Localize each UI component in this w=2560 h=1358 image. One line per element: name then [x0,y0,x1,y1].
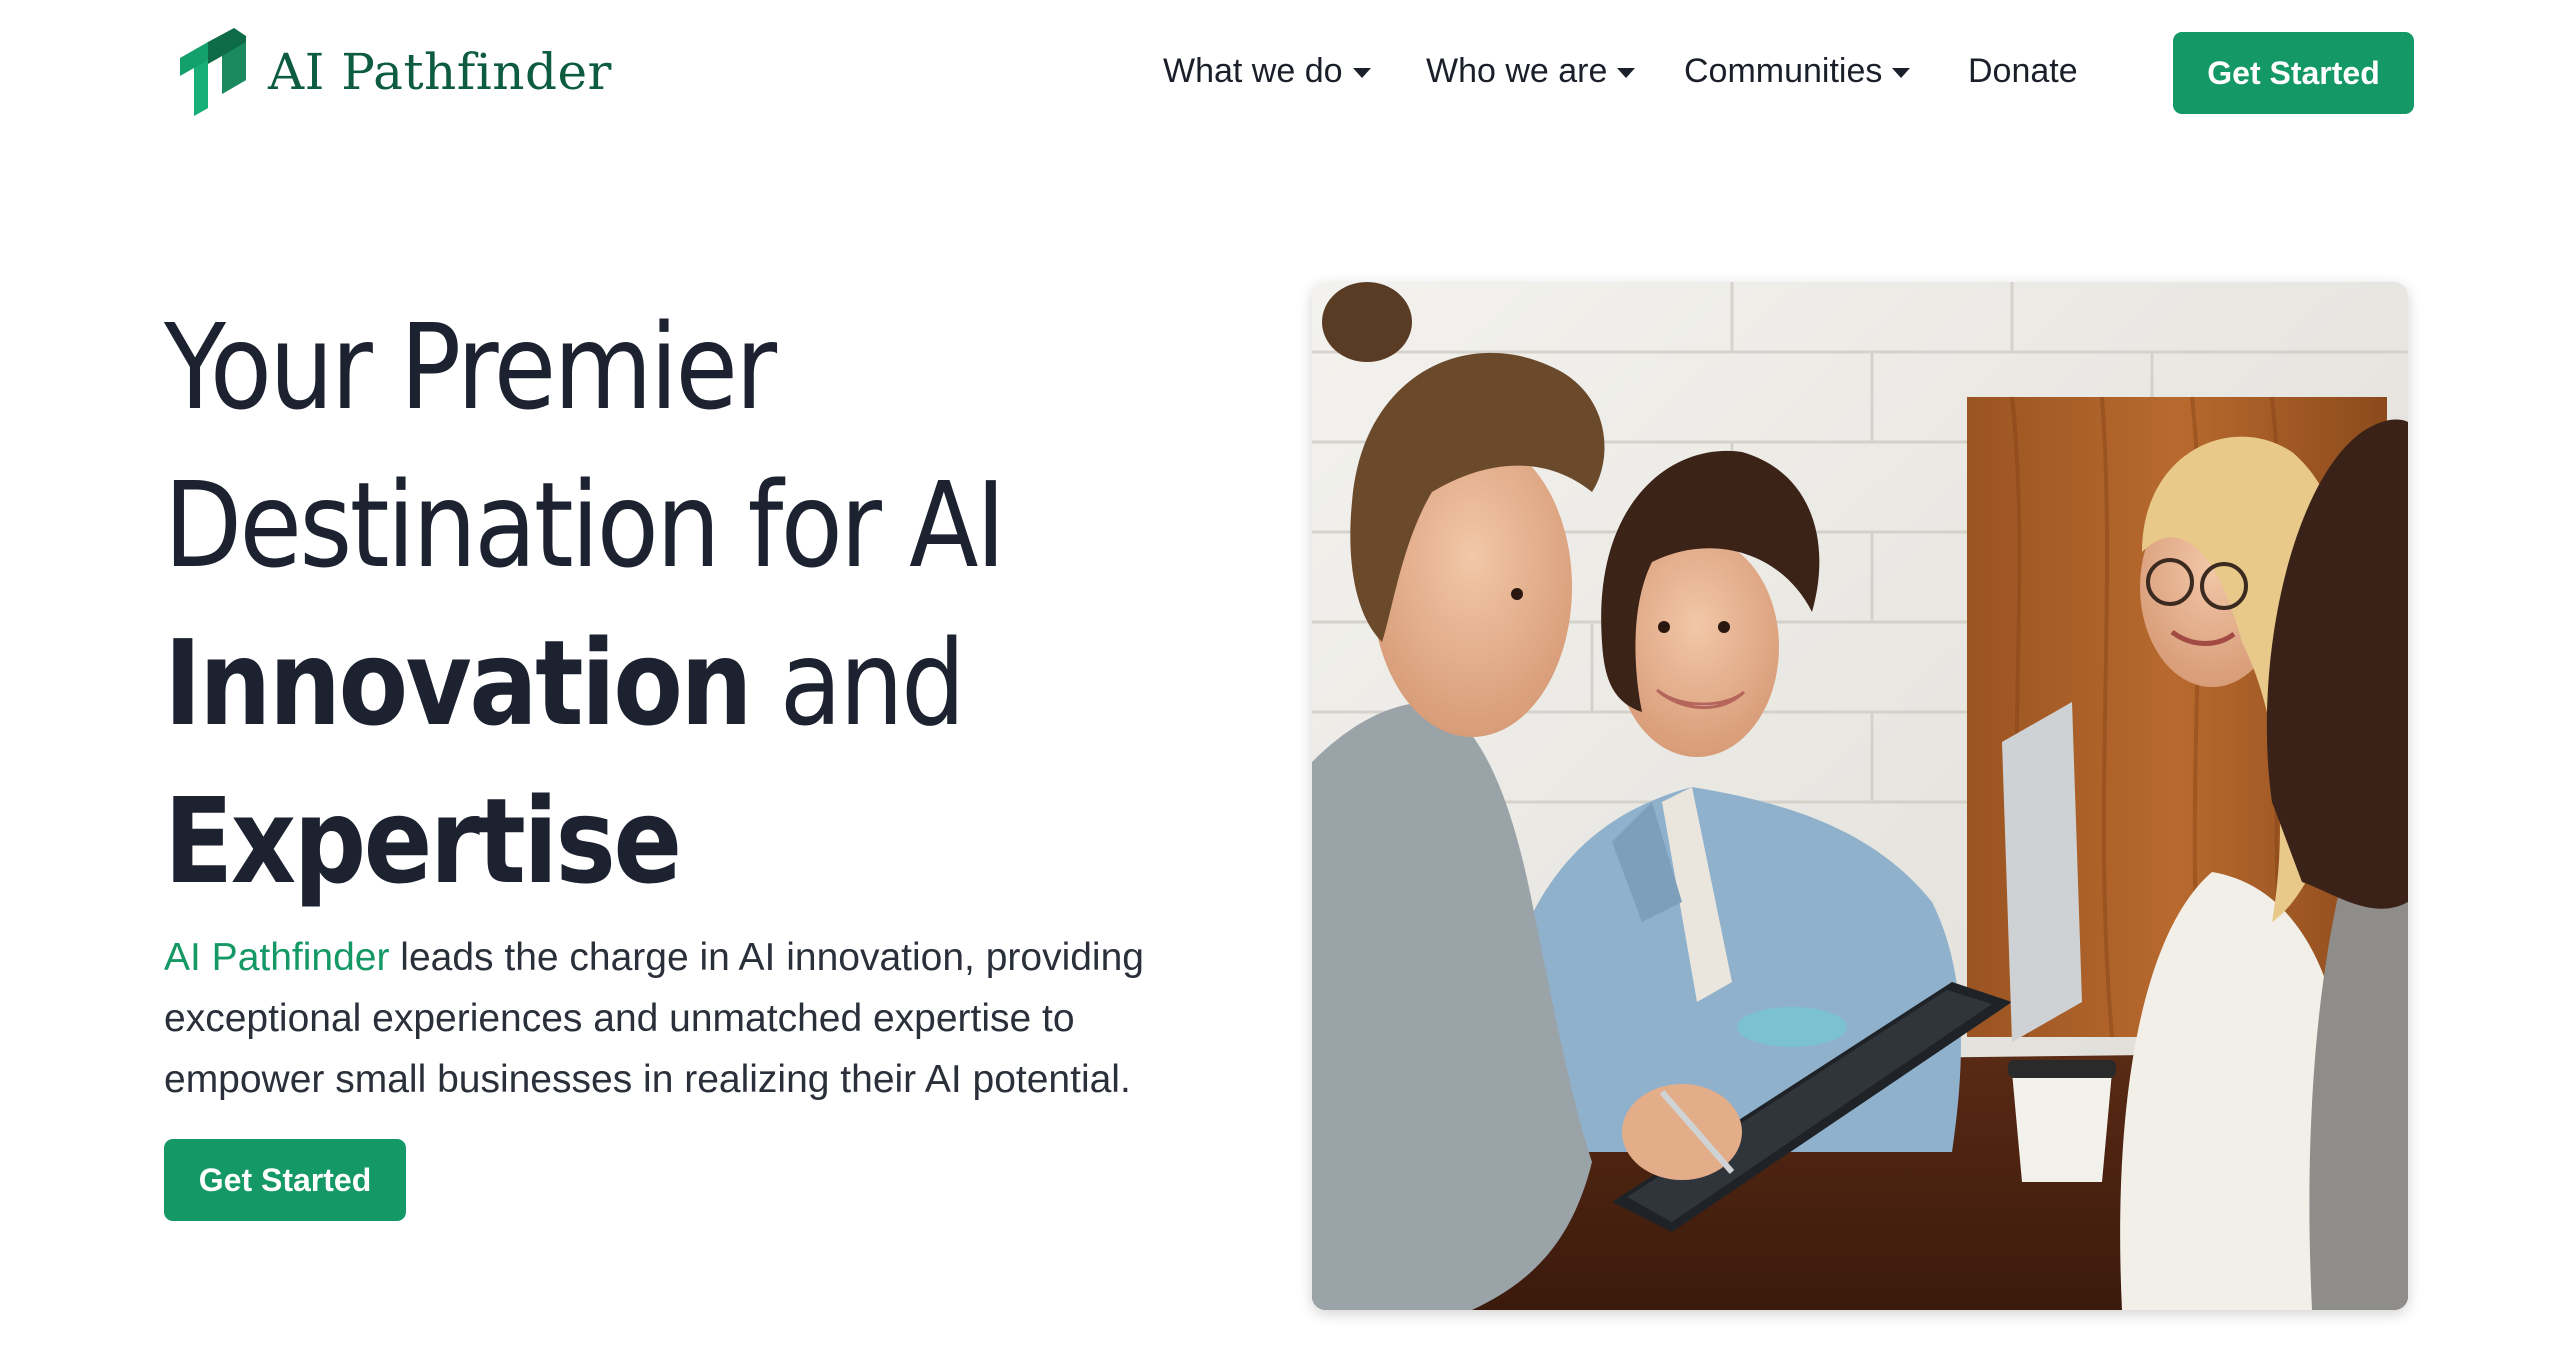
hero-title-line: Destination for AI [164,456,1006,594]
nav-label: What we do [1163,52,1343,90]
hero-title-emphasis: Innovation [164,614,753,752]
caret-down-icon [1617,67,1636,78]
hero-title-line: Your Premier [164,298,777,436]
hero-description: AI Pathfinder leads the charge in AI inn… [164,927,1224,1110]
nav-label: Donate [1968,52,2078,90]
brand-name: AI Pathfinder [268,43,612,101]
ai-pathfinder-logo-icon [180,28,246,116]
brand-home-link[interactable]: AI Pathfinder [174,28,612,116]
hero-title-emphasis: Expertise [164,772,682,910]
nav-label: Communities [1684,52,1883,90]
hero-get-started-button[interactable]: Get Started [164,1139,406,1221]
hero-title: Your Premier Destination for AI Innovati… [164,288,1024,920]
nav-communities[interactable]: Communities [1684,52,1911,91]
header-get-started-button[interactable]: Get Started [2173,32,2414,114]
brand-highlight-link[interactable]: AI Pathfinder [164,936,389,979]
nav-donate[interactable]: Donate [1968,52,2078,91]
site-header: AI Pathfinder What we do Who we are Comm… [0,0,2560,150]
nav-who-we-are[interactable]: Who we are [1426,52,1636,91]
caret-down-icon [1892,67,1911,78]
hero-title-text: and [750,614,966,752]
nav-what-we-do[interactable]: What we do [1163,52,1371,91]
team-collaboration-photo [1312,282,2408,1310]
hero-title-line: Innovation and [164,604,1024,762]
nav-label: Who we are [1426,52,1608,90]
hero-title-line: Expertise [164,762,1024,920]
caret-down-icon [1352,67,1371,78]
